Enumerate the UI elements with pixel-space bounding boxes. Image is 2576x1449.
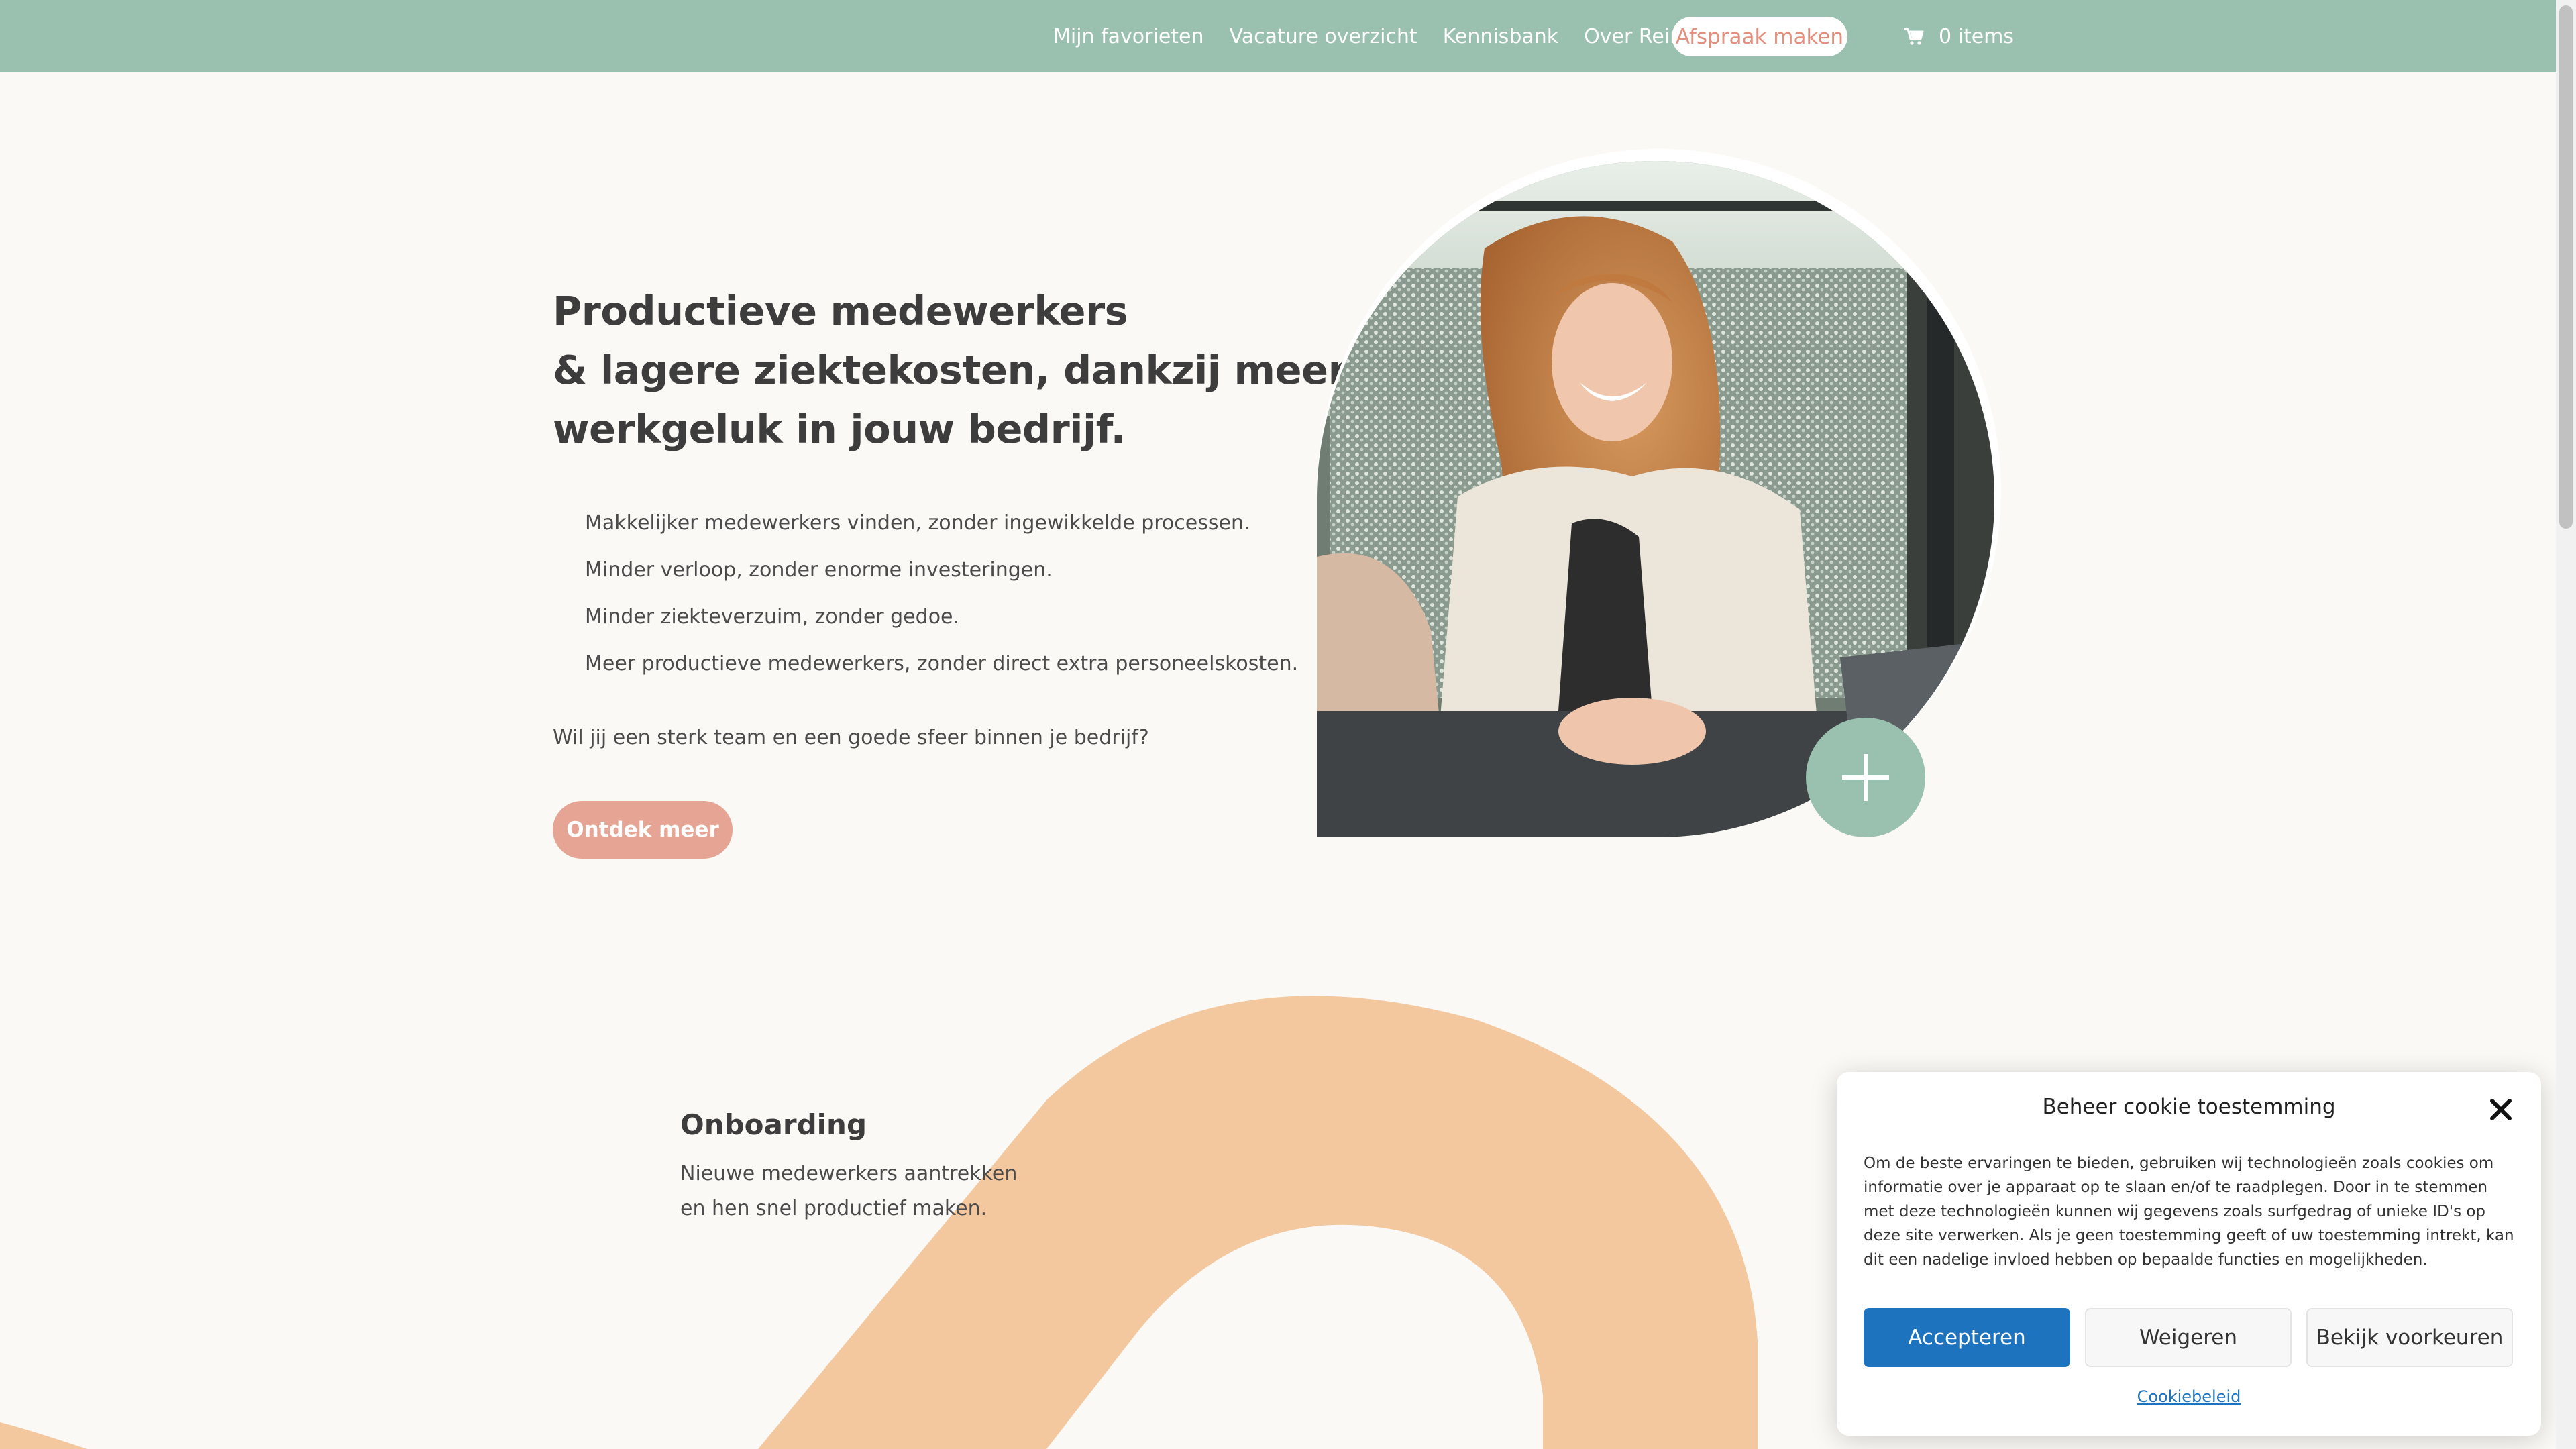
onboarding-title: Onboarding (680, 1108, 867, 1141)
make-appointment-button[interactable]: Afspraak maken (1672, 17, 1847, 56)
hero-title-line: & lagere ziektekosten, dankzij meer (553, 347, 1348, 393)
close-icon[interactable] (2487, 1096, 2514, 1123)
plus-icon (1842, 754, 1889, 801)
benefit-item: Minder verloop, zonder enorme investerin… (585, 558, 1053, 582)
cookie-dialog-text: Om de beste ervaringen te bieden, gebrui… (1864, 1155, 2514, 1269)
expand-button[interactable] (1806, 718, 1925, 837)
nav-links: Mijn favorieten Vacature overzicht Kenni… (1053, 0, 1750, 72)
cookie-consent-dialog: Beheer cookie toestemming Om de beste er… (1837, 1072, 2541, 1436)
nav-link-knowledge-base[interactable]: Kennisbank (1443, 25, 1558, 48)
nav-link-vacancies[interactable]: Vacature overzicht (1230, 25, 1417, 48)
hero-title-line: werkgeluk in jouw bedrijf. (553, 406, 1126, 452)
top-navigation: Mijn favorieten Vacature overzicht Kenni… (0, 0, 2556, 72)
cart-link[interactable]: 0 items (1904, 0, 2014, 72)
page-scrollbar[interactable] (2556, 0, 2576, 1449)
discover-more-button[interactable]: Ontdek meer (553, 801, 733, 859)
hero-question: Wil jij een sterk team en een goede sfee… (553, 726, 1149, 749)
onboarding-text-line: Nieuwe medewerkers aantrekken (680, 1162, 1018, 1185)
benefit-item: Makkelijker medewerkers vinden, zonder i… (585, 511, 1250, 535)
benefits-list: Makkelijker medewerkers vinden, zonder i… (585, 504, 1298, 692)
cart-icon (1904, 28, 1924, 45)
cart-count: 0 items (1939, 24, 2015, 48)
benefit-item: Minder ziekteverzuim, zonder gedoe. (585, 605, 960, 629)
view-preferences-button[interactable]: Bekijk voorkeuren (2306, 1308, 2513, 1367)
accept-cookies-button[interactable]: Accepteren (1864, 1308, 2070, 1367)
nav-link-favorites[interactable]: Mijn favorieten (1053, 25, 1204, 48)
cookie-dialog-title: Beheer cookie toestemming (2042, 1095, 2336, 1119)
benefit-item: Meer productieve medewerkers, zonder dir… (585, 652, 1299, 676)
hero-title: Productieve medewerkers & lagere ziektek… (553, 282, 1348, 459)
cookie-policy-link[interactable]: Cookiebeleid (1837, 1387, 2541, 1406)
hero-title-line: Productieve medewerkers (553, 288, 1128, 334)
deny-cookies-button[interactable]: Weigeren (2085, 1308, 2292, 1367)
onboarding-description: Nieuwe medewerkers aantrekken en hen sne… (680, 1157, 1017, 1226)
onboarding-text-line: en hen snel productief maken. (680, 1197, 987, 1220)
scrollbar-thumb[interactable] (2559, 5, 2573, 529)
